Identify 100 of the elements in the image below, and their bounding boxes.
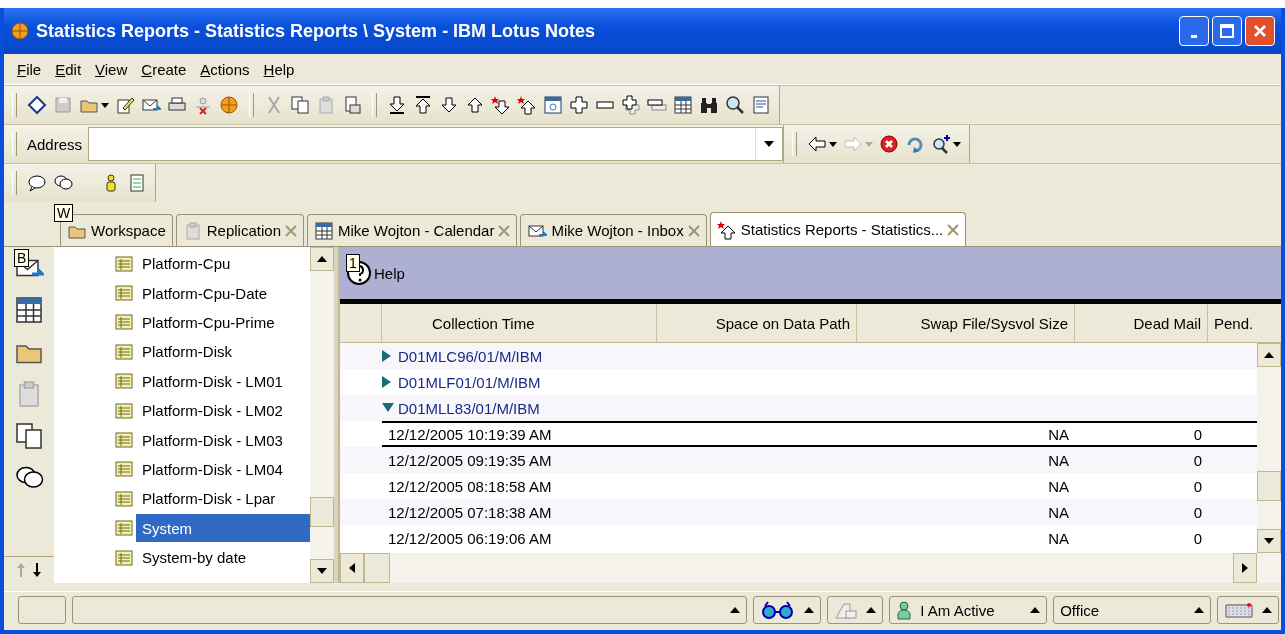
column-header[interactable]: Dead Mail (1075, 304, 1208, 342)
view-icon (114, 547, 134, 568)
security-dropdown[interactable] (827, 596, 884, 624)
navigator-item[interactable]: Platform-Disk - LM04 (136, 455, 310, 484)
scroll-thumb[interactable] (364, 553, 390, 583)
navigator-item[interactable]: Platform-Disk - LM01 (136, 367, 310, 396)
minimize-button[interactable] (1179, 16, 1209, 46)
table-row[interactable]: 12/12/2005 06:19:06 AM NA 0 (340, 525, 1257, 551)
speech-bubble-icon[interactable] (27, 173, 47, 193)
arrow-down-icon[interactable] (439, 95, 459, 115)
inbox-dropdown[interactable] (1217, 596, 1279, 624)
navigator-item[interactable]: Platform-Disk (136, 337, 310, 366)
paste-icon[interactable] (342, 95, 362, 115)
back-arrow-icon[interactable] (807, 134, 827, 154)
scroll-up-icon[interactable] (1264, 352, 1274, 358)
arrow-up-icon[interactable] (465, 95, 485, 115)
down-arrow-icon[interactable] (33, 563, 41, 577)
network-x-icon[interactable] (193, 95, 213, 115)
scroll-thumb[interactable] (1257, 471, 1281, 501)
caret-icon[interactable] (953, 141, 961, 147)
maximize-button[interactable] (1212, 16, 1242, 46)
glasses-dropdown[interactable] (753, 596, 822, 624)
search-icon[interactable] (725, 95, 745, 115)
table-row[interactable]: 12/12/2005 10:19:39 AM NA 0 (382, 421, 1257, 447)
view-icon (114, 518, 134, 539)
speech-bubbles-icon[interactable] (53, 173, 73, 193)
menu-item[interactable]: Help (256, 58, 302, 80)
inbox-icon (1224, 601, 1254, 619)
navigator-item[interactable]: Platform-Disk - LM03 (136, 426, 310, 455)
navigator-item[interactable]: Platform-Disk - LM02 (136, 396, 310, 425)
scroll-down-icon[interactable] (317, 568, 327, 574)
dropdown-arrow-icon[interactable] (764, 141, 774, 147)
navigator-item[interactable]: System-by date (136, 543, 310, 572)
navigator-item[interactable]: Platform-Disk - Lpar (136, 484, 310, 513)
column-header[interactable]: Pend. (1208, 304, 1281, 342)
address-field[interactable] (88, 127, 783, 161)
clipboard-icon[interactable] (316, 95, 336, 115)
table-grid-icon[interactable] (673, 95, 693, 115)
form-icon[interactable] (751, 95, 771, 115)
caret-icon[interactable] (101, 102, 109, 108)
navigator-item[interactable]: Platform-Cpu-Date (136, 279, 310, 308)
pen-icon (834, 600, 859, 620)
menu-item[interactable]: View (88, 58, 135, 80)
caret-up-icon[interactable] (730, 607, 741, 613)
column-header[interactable]: Swap File/Sysvol Size (857, 304, 1075, 342)
menu-item[interactable]: Edit (48, 58, 89, 80)
table-row[interactable]: 12/12/2005 07:18:38 AM NA 0 (340, 499, 1257, 525)
globe-icon[interactable] (219, 95, 239, 115)
diamond-icon[interactable] (27, 95, 47, 115)
expanded-triangle-icon[interactable] (382, 402, 394, 414)
location-dropdown[interactable]: Office (1053, 596, 1211, 624)
navigator-item[interactable]: Platform-Cpu (136, 249, 310, 278)
column-header[interactable]: Space on Data Path (657, 304, 857, 342)
scroll-right-icon[interactable] (1242, 563, 1248, 573)
horizontal-scrollbar[interactable] (340, 553, 1281, 583)
menu-item[interactable]: Create (134, 58, 194, 80)
table-cell-text: 12/12/2005 06:19:06 AM (387, 529, 553, 547)
scrollbar[interactable] (310, 247, 334, 583)
tab[interactable]: Replication (175, 214, 304, 246)
scroll-up-icon[interactable] (317, 256, 327, 262)
binoculars-icon[interactable] (699, 95, 719, 115)
navigator-item[interactable]: Platform-Cpu-Prime (136, 308, 310, 337)
caret-icon[interactable] (829, 141, 837, 147)
table-row[interactable]: 12/12/2005 08:18:58 AM NA 0 (340, 473, 1257, 499)
category-label: D01MLF01/01/M/IBM (398, 373, 541, 391)
menu-item[interactable]: File (10, 58, 49, 80)
scroll-thumb[interactable] (310, 497, 334, 527)
status-field[interactable] (71, 596, 748, 624)
star-arrow-up-icon[interactable] (517, 95, 537, 115)
maximize-icon (1220, 24, 1234, 38)
tab[interactable]: Statistics Reports - Statistics... (709, 212, 967, 246)
table-cell-text: 0 (1192, 503, 1203, 521)
star-arrow-down-icon[interactable] (491, 95, 511, 115)
navigator-item[interactable]: System (136, 514, 310, 543)
view-icon (114, 371, 134, 392)
search-plus-icon[interactable] (931, 134, 951, 154)
note-pencil-icon[interactable] (115, 95, 135, 115)
table-cell-text: 0 (1192, 529, 1203, 547)
stop-icon[interactable] (879, 134, 899, 154)
calendar-icon[interactable] (14, 295, 44, 325)
plus-icon[interactable] (569, 95, 589, 115)
column-header[interactable]: Collection Time (382, 304, 657, 342)
arrow-up-bar-icon[interactable] (413, 95, 433, 115)
close-tab-icon[interactable] (947, 223, 960, 236)
close-button[interactable] (1245, 16, 1275, 46)
scroll-left-icon[interactable] (349, 563, 355, 573)
shortcut-tooltip: B (14, 249, 30, 267)
arrow-down-bar-icon[interactable] (387, 95, 407, 115)
scroll-down-icon[interactable] (1264, 538, 1274, 544)
copy-icon[interactable] (290, 95, 310, 115)
double-plus-icon[interactable] (621, 95, 641, 115)
list-icon[interactable] (127, 173, 147, 193)
tab[interactable]: Mike Wojton - Calendar (307, 214, 518, 246)
menu-item[interactable]: Actions (193, 58, 257, 80)
tab[interactable]: Mike Wojton - Inbox (520, 214, 707, 246)
caret-up-icon (866, 607, 877, 613)
window-refresh-icon[interactable] (543, 95, 563, 115)
table-row[interactable]: 12/12/2005 09:19:35 AM NA 0 (340, 447, 1257, 473)
scrollbar[interactable] (1257, 343, 1281, 553)
online-status-dropdown[interactable]: I Am Active (889, 596, 1048, 624)
